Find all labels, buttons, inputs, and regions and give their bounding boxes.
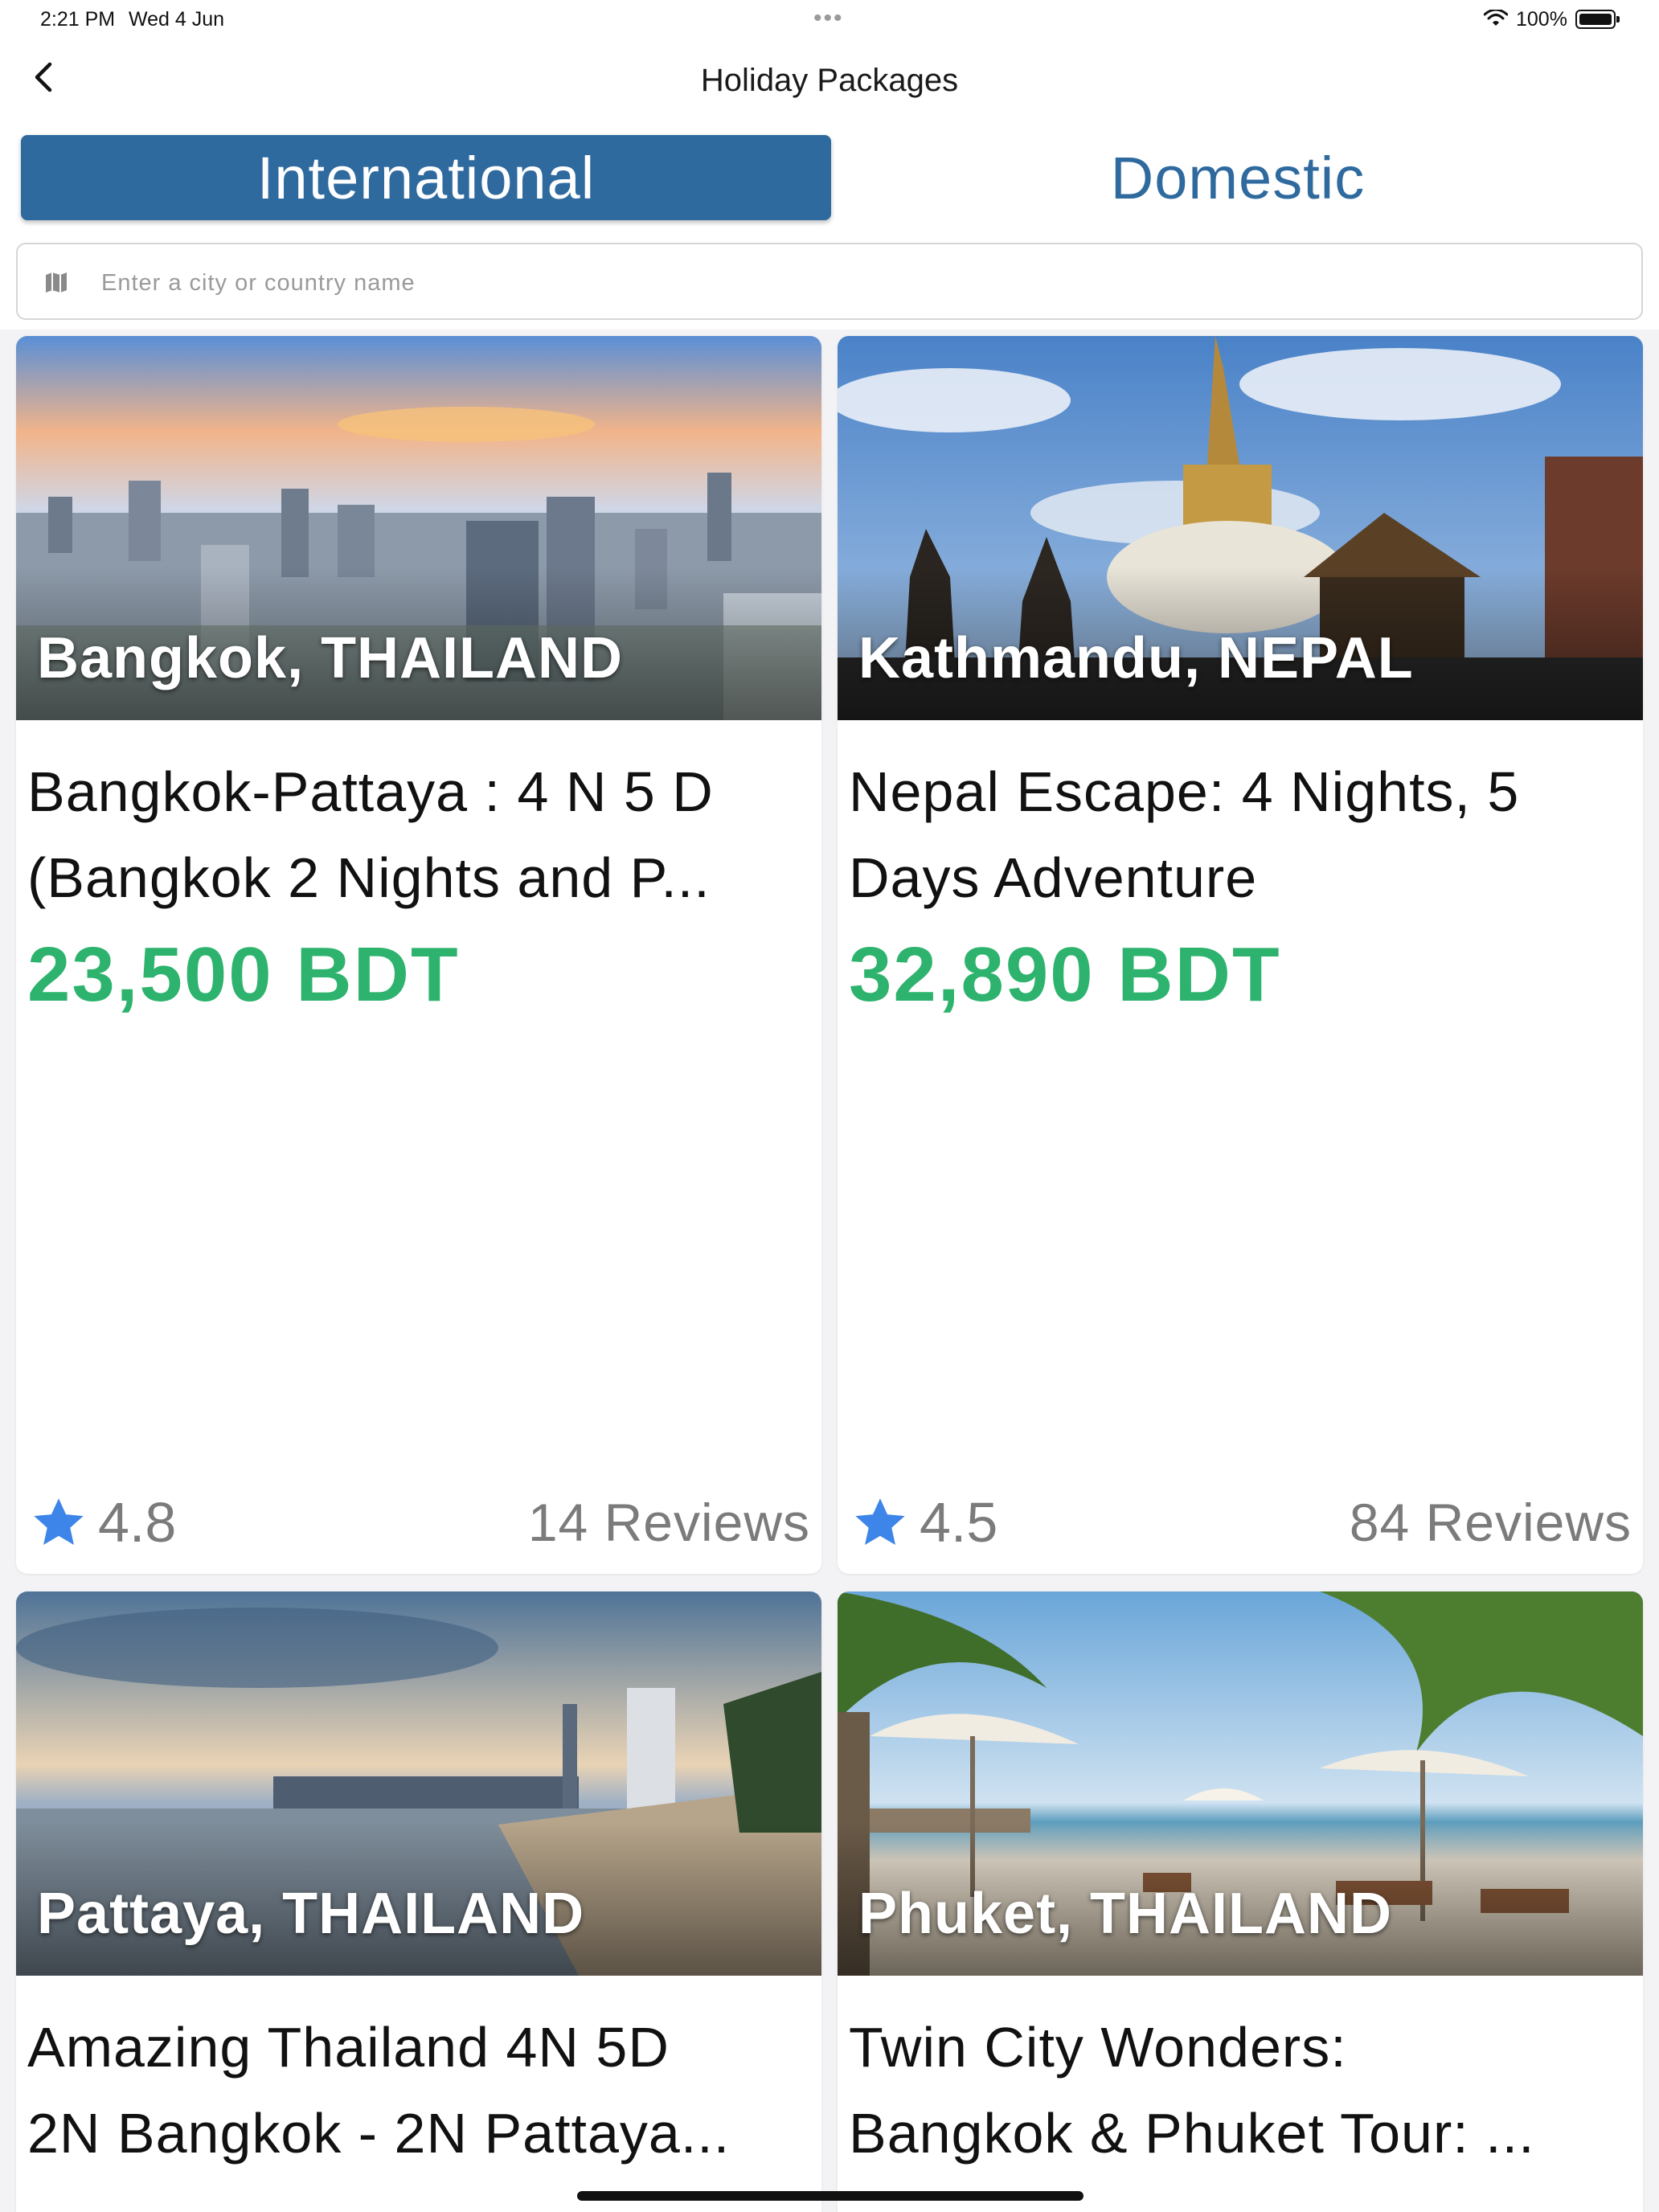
star-icon [855,1498,905,1545]
package-card[interactable]: Kathmandu, NEPAL Nepal Escape: 4 Nights,… [838,336,1643,1574]
map-icon [46,272,67,293]
navigation-bar: Holiday Packages [0,39,1659,132]
package-title: Bangkok-Pattaya : 4 N 5 D (Bangkok 2 Nig… [27,749,811,921]
package-price: 32,890 BDT [849,932,1281,1018]
package-title: Amazing Thailand 4N 5D 2N Bangkok - 2N P… [27,2005,811,2177]
search-input[interactable] [101,260,1612,305]
package-title-line: Nepal Escape: 4 Nights, 5 [849,760,1520,823]
package-image: Bangkok, THAILAND [16,336,821,720]
search-box[interactable] [16,243,1643,320]
package-image: Pattaya, THAILAND [16,1591,821,1976]
star-icon [34,1498,84,1545]
package-title: Twin City Wonders: Bangkok & Phuket Tour… [849,2005,1632,2177]
package-location: Pattaya, THAILAND [37,1882,585,1946]
package-title-line: Twin City Wonders: [849,2016,1347,2079]
package-title-line: Days Adventure [849,846,1258,909]
package-card[interactable]: Pattaya, THAILAND Amazing Thailand 4N 5D… [16,1591,821,2212]
package-image: Phuket, THAILAND [838,1591,1643,1976]
package-title-line: 2N Bangkok - 2N Pattaya... [27,2102,731,2165]
package-title-line: Amazing Thailand 4N 5D [27,2016,670,2079]
battery-percentage: 100% [1516,8,1567,31]
package-price: 23,500 BDT [27,932,460,1018]
review-count: 84 Reviews [1349,1493,1632,1552]
rating-value: 4.8 [98,1491,177,1554]
tab-domestic[interactable]: Domestic [836,135,1640,220]
package-title-line: (Bangkok 2 Nights and P... [27,846,711,909]
multitasking-dots-icon[interactable]: ••• [813,5,844,32]
package-title-line: Bangkok-Pattaya : 4 N 5 D [27,760,714,823]
rating-value: 4.5 [920,1491,998,1554]
search-bar [0,228,1659,330]
package-location: Phuket, THAILAND [858,1882,1392,1946]
status-date: Wed 4 Jun [129,8,225,31]
tab-international[interactable]: International [21,135,831,220]
package-location: Bangkok, THAILAND [37,626,624,690]
page-title: Holiday Packages [700,63,959,98]
package-card[interactable]: Phuket, THAILAND Twin City Wonders: Bang… [838,1591,1643,2212]
package-rating: 4.8 [31,1490,176,1555]
package-title: Nepal Escape: 4 Nights, 5 Days Adventure [849,749,1632,921]
package-image: Kathmandu, NEPAL [838,336,1643,720]
package-location: Kathmandu, NEPAL [858,626,1414,690]
battery-icon [1575,10,1620,29]
package-type-tabs: International Domestic [0,132,1659,228]
home-indicator[interactable] [577,2191,1083,2201]
status-bar: 2:21 PM Wed 4 Jun ••• 100% [0,0,1659,39]
package-card[interactable]: Bangkok, THAILAND Bangkok-Pattaya : 4 N … [16,336,821,1574]
package-rating: 4.5 [852,1490,997,1555]
review-count: 14 Reviews [527,1493,810,1552]
package-title-line: Bangkok & Phuket Tour: ... [849,2102,1535,2165]
status-time: 2:21 PM [40,8,116,31]
wifi-icon [1484,10,1508,26]
